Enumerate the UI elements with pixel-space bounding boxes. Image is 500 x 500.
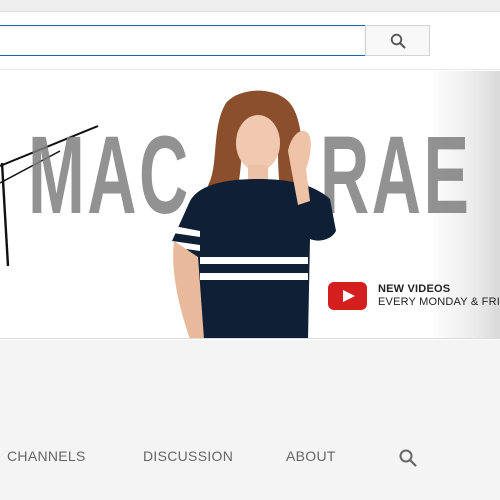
channel-search-icon[interactable] xyxy=(398,448,418,468)
page: MAC RAE NEW VIDEOS EVERY MONDAY & FRI CH… xyxy=(0,0,500,500)
tab-about[interactable]: ABOUT xyxy=(286,448,336,464)
promo-subtitle: EVERY MONDAY & FRI xyxy=(378,296,500,308)
banner-person-photo xyxy=(172,90,336,338)
channel-banner: MAC RAE NEW VIDEOS EVERY MONDAY & FRI xyxy=(0,71,500,339)
search-button[interactable] xyxy=(365,25,430,56)
youtube-play-icon xyxy=(328,282,367,310)
channel-tabs: CHANNELS DISCUSSION ABOUT xyxy=(0,448,500,470)
search-icon xyxy=(390,33,405,48)
tab-channels[interactable]: CHANNELS xyxy=(7,448,86,464)
banner-title-right: RAE xyxy=(320,114,472,237)
channel-header-area: CHANNELS DISCUSSION ABOUT xyxy=(0,340,500,500)
masthead xyxy=(0,12,500,70)
search-input[interactable] xyxy=(0,25,366,56)
upload-schedule-promo: NEW VIDEOS EVERY MONDAY & FRI xyxy=(328,282,500,322)
browser-top-strip xyxy=(0,0,500,12)
tab-discussion[interactable]: DISCUSSION xyxy=(143,448,233,464)
promo-title: NEW VIDEOS xyxy=(378,283,451,295)
